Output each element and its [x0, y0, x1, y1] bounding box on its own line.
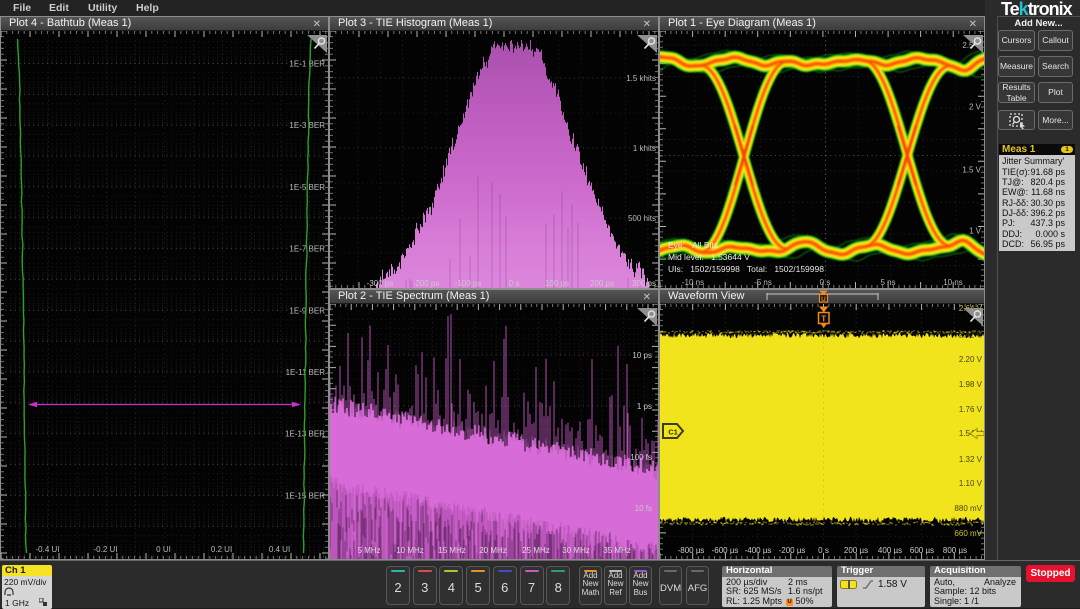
- svg-text:T: T: [821, 315, 826, 324]
- svg-text:0 s: 0 s: [820, 278, 831, 287]
- svg-text:0.2 UI: 0.2 UI: [211, 545, 232, 554]
- svg-text:1E-9 BER: 1E-9 BER: [289, 306, 325, 315]
- svg-text:Eye: All Bits: Eye: All Bits: [668, 240, 718, 250]
- svg-text:1.98 V: 1.98 V: [959, 380, 983, 389]
- svg-text:U: U: [821, 296, 826, 303]
- svg-text:0.4 UI: 0.4 UI: [269, 545, 290, 554]
- svg-text:-0.4 UI: -0.4 UI: [35, 545, 59, 554]
- svg-text:Mid level: 1.53644 V: Mid level: 1.53644 V: [668, 252, 750, 262]
- svg-text:5 MHz: 5 MHz: [357, 546, 380, 555]
- svg-text:400 µs: 400 µs: [878, 546, 902, 555]
- svg-text:100 fs: 100 fs: [630, 453, 652, 462]
- svg-text:200 ps: 200 ps: [590, 279, 614, 288]
- svg-text:5 ns: 5 ns: [880, 278, 895, 287]
- svg-text:1E-1 BER: 1E-1 BER: [289, 60, 325, 69]
- svg-text:800 µs: 800 µs: [943, 546, 967, 555]
- svg-text:0 s: 0 s: [818, 546, 829, 555]
- svg-text:1 V: 1 V: [969, 227, 982, 236]
- svg-text:1 ps: 1 ps: [637, 402, 652, 411]
- svg-text:500 hits: 500 hits: [628, 214, 656, 223]
- svg-text:2.42 V: 2.42 V: [959, 331, 983, 340]
- svg-text:1.10 V: 1.10 V: [959, 479, 983, 488]
- svg-text:-400 µs: -400 µs: [745, 546, 772, 555]
- svg-text:-300 ps: -300 ps: [367, 279, 394, 288]
- svg-text:0 s: 0 s: [509, 279, 520, 288]
- svg-text:C1: C1: [668, 428, 678, 437]
- svg-text:20 MHz: 20 MHz: [479, 546, 507, 555]
- svg-text:-5 ns: -5 ns: [754, 278, 772, 287]
- svg-text:1.5 khits: 1.5 khits: [626, 74, 656, 83]
- svg-text:1.5 V: 1.5 V: [962, 166, 981, 175]
- svg-text:-10 ns: -10 ns: [682, 278, 704, 287]
- svg-text:UIs: 1502/159998 Total:: UIs: 1502/159998 Total: 1502/159998: [668, 264, 824, 274]
- svg-text:15 MHz: 15 MHz: [438, 546, 466, 555]
- svg-text:-800 µs: -800 µs: [678, 546, 705, 555]
- svg-text:1.76 V: 1.76 V: [959, 405, 983, 414]
- svg-text:880 mV: 880 mV: [954, 504, 982, 513]
- svg-text:-0.2 UI: -0.2 UI: [93, 545, 117, 554]
- svg-text:660 mV: 660 mV: [954, 529, 982, 538]
- svg-text:300 ps: 300 ps: [632, 279, 656, 288]
- svg-text:2 V: 2 V: [969, 103, 982, 112]
- svg-text:35 MHz: 35 MHz: [603, 546, 631, 555]
- svg-text:1 khits: 1 khits: [633, 144, 656, 153]
- svg-text:200 µs: 200 µs: [844, 546, 868, 555]
- svg-text:30 MHz: 30 MHz: [562, 546, 590, 555]
- svg-text:10 MHz: 10 MHz: [396, 546, 424, 555]
- svg-text:2.20 V: 2.20 V: [959, 355, 983, 364]
- svg-text:-100 ps: -100 ps: [455, 279, 482, 288]
- svg-text:-200 ps: -200 ps: [413, 279, 440, 288]
- svg-text:10 ps: 10 ps: [632, 351, 652, 360]
- svg-text:10 fs: 10 fs: [635, 504, 652, 513]
- svg-text:0 UI: 0 UI: [156, 545, 171, 554]
- svg-text:-600 µs: -600 µs: [712, 546, 739, 555]
- svg-text:25 MHz: 25 MHz: [522, 546, 550, 555]
- svg-text:600 µs: 600 µs: [910, 546, 934, 555]
- svg-text:10 ns: 10 ns: [943, 278, 963, 287]
- svg-text:100 ps: 100 ps: [545, 279, 569, 288]
- svg-text:-200 µs: -200 µs: [779, 546, 806, 555]
- svg-text:1E-3 BER: 1E-3 BER: [289, 121, 325, 130]
- svg-text:1.32 V: 1.32 V: [959, 455, 983, 464]
